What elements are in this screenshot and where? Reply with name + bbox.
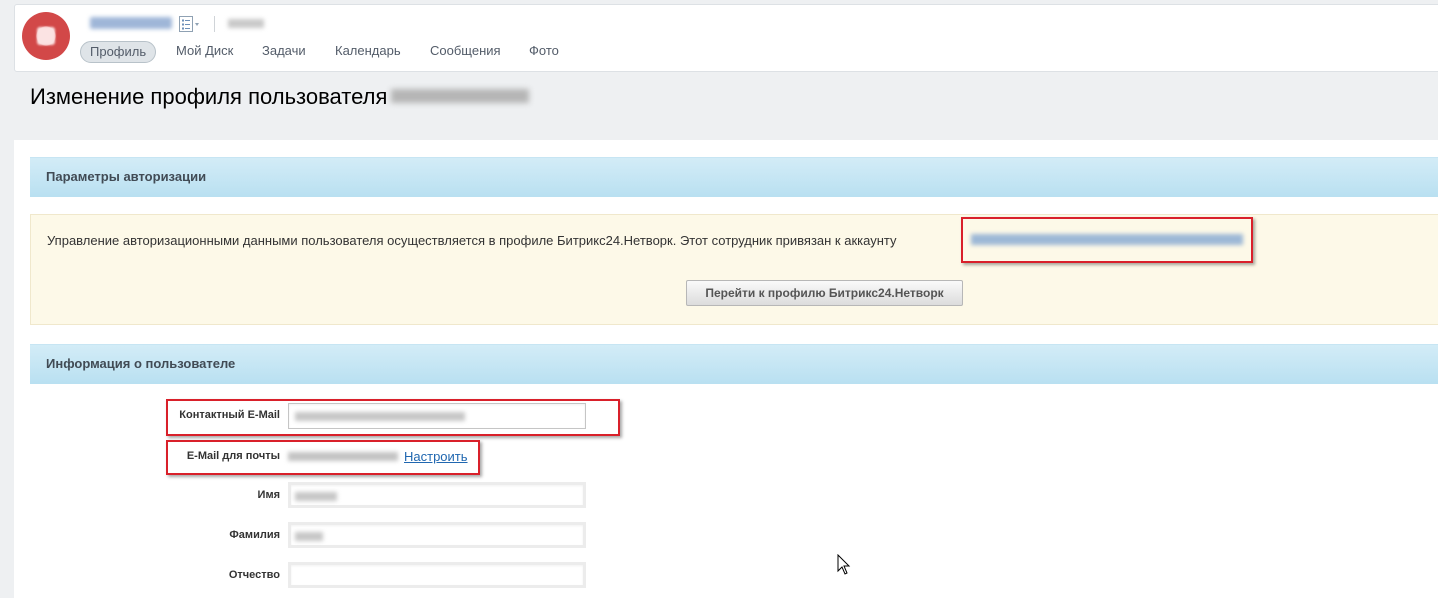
tab-tasks[interactable]: Задачи xyxy=(262,41,306,63)
tab-messages[interactable]: Сообщения xyxy=(430,41,501,63)
last-name-input[interactable] xyxy=(288,522,586,548)
auth-notice-text: Управление авторизационными данными поль… xyxy=(47,233,897,248)
last-name-label: Фамилия xyxy=(229,529,280,541)
user-avatar[interactable] xyxy=(22,12,70,60)
title-username-redacted xyxy=(391,89,530,104)
header-divider xyxy=(214,16,215,32)
highlight-contact-email xyxy=(166,399,620,436)
tab-calendar[interactable]: Календарь xyxy=(335,41,401,63)
go-to-network-profile-button[interactable]: Перейти к профилю Битрикс24.Нетворк xyxy=(686,280,963,306)
mouse-cursor-icon xyxy=(837,554,851,575)
section-header-user-info: Информация о пользователе xyxy=(30,344,1438,384)
list-menu-icon[interactable] xyxy=(179,16,201,32)
section-header-auth: Параметры авторизации xyxy=(30,157,1438,197)
highlight-mail-email xyxy=(166,440,480,475)
middle-name-input[interactable] xyxy=(288,562,586,588)
first-name-label: Имя xyxy=(257,489,280,501)
user-name-redacted[interactable] xyxy=(90,17,172,29)
last-name-value-redacted xyxy=(295,532,323,541)
user-status-redacted xyxy=(228,19,264,28)
page-title: Изменение профиля пользователя xyxy=(30,84,530,110)
tab-profile[interactable]: Профиль xyxy=(80,41,157,63)
first-name-input[interactable] xyxy=(288,482,586,508)
avatar-image xyxy=(37,27,55,45)
page-title-text: Изменение профиля пользователя xyxy=(30,84,388,109)
first-name-value-redacted xyxy=(295,492,337,501)
tab-photo[interactable]: Фото xyxy=(529,41,559,63)
tab-my-disk[interactable]: Мой Диск xyxy=(176,41,233,63)
middle-name-label: Отчество xyxy=(228,569,280,581)
highlight-linked-account xyxy=(961,217,1253,263)
